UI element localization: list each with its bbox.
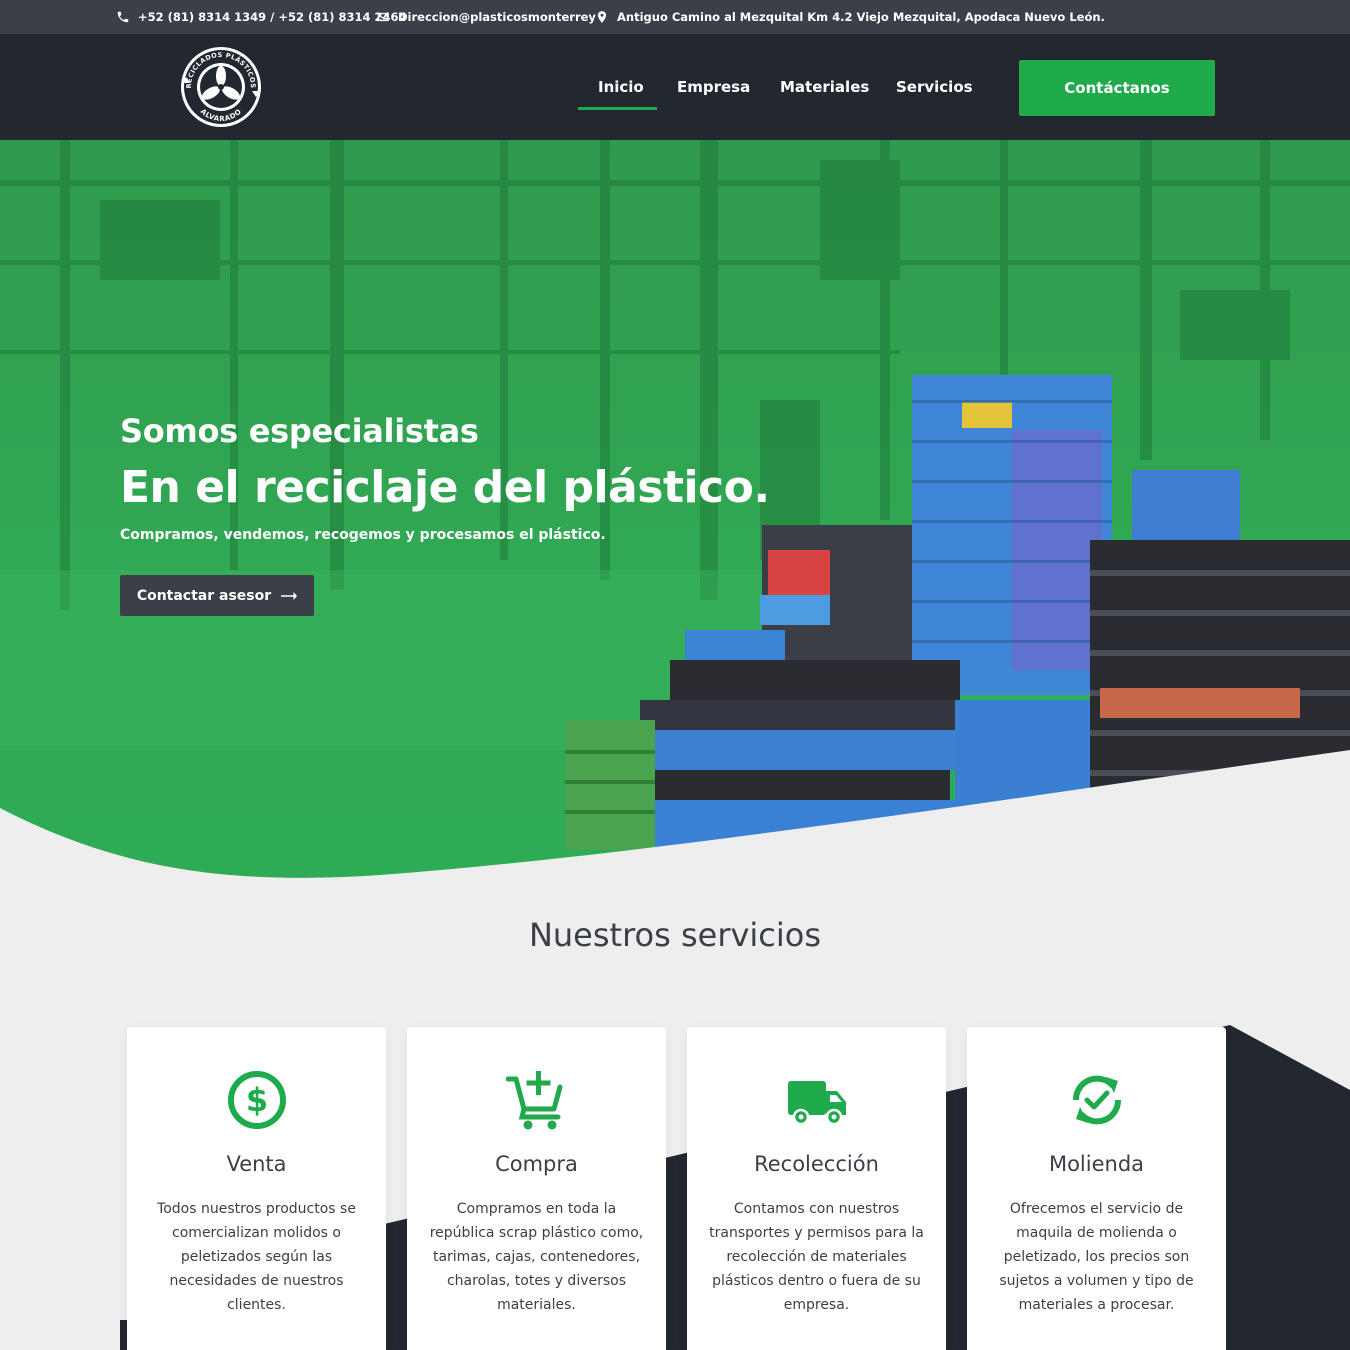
email-text: Direccion@plasticosmonterrey	[398, 10, 596, 24]
service-description: Compramos en toda la república scrap plá…	[429, 1201, 644, 1313]
arrow-right-icon	[281, 591, 298, 600]
service-card-compra[interactable]: Compra Compramos en toda la república sc…	[407, 1027, 666, 1350]
nav-servicios[interactable]: Servicios	[896, 34, 973, 140]
hero-subtitle: Somos especialistas	[120, 412, 479, 450]
contact-cta-button[interactable]: Contáctanos	[1019, 60, 1215, 116]
nav-materiales[interactable]: Materiales	[780, 34, 869, 140]
service-description: Todos nuestros productos se comercializa…	[157, 1201, 356, 1313]
email-info[interactable]: Direccion@plasticosmonterrey	[376, 0, 596, 34]
service-card-molienda[interactable]: Molienda Ofrecemos el servicio de maquil…	[967, 1027, 1226, 1350]
hero-text-block: Somos especialistas En el reciclaje del …	[120, 412, 770, 543]
hero-section: Somos especialistas En el reciclaje del …	[0, 140, 1350, 880]
phone-text: +52 (81) 8314 1349 / +52 (81) 8314 2464	[138, 10, 407, 24]
hero-description: Compramos, vendemos, recogemos y procesa…	[120, 527, 606, 543]
address-info: Antiguo Camino al Mezquital Km 4.2 Viejo…	[595, 0, 1105, 34]
top-contact-bar: +52 (81) 8314 1349 / +52 (81) 8314 2464 …	[0, 0, 1350, 34]
service-description: Contamos con nuestros transportes y perm…	[709, 1201, 924, 1313]
phone-info[interactable]: +52 (81) 8314 1349 / +52 (81) 8314 2464	[116, 0, 407, 34]
phone-icon	[117, 11, 129, 23]
nav-empresa[interactable]: Empresa	[677, 34, 750, 140]
hero-title: En el reciclaje del plástico.	[120, 462, 770, 513]
service-card-recoleccion[interactable]: Recolección Contamos con nuestros transp…	[687, 1027, 946, 1350]
services-heading: Nuestros servicios	[528, 916, 822, 954]
brand-logo[interactable]: RECICLADOS PLÁSTICOS ALVARADO	[175, 43, 267, 131]
dollar-icon: $	[227, 1071, 286, 1129]
nav-active-indicator	[578, 107, 657, 110]
service-title: Compra	[495, 1152, 578, 1176]
service-title: Molienda	[1048, 1152, 1145, 1176]
cart-plus-icon	[505, 1071, 562, 1130]
svg-text:$: $	[245, 1081, 267, 1119]
map-pin-icon	[597, 11, 607, 23]
truck-icon	[787, 1081, 846, 1126]
site-header: RECICLADOS PLÁSTICOS ALVARADO Inicio Emp…	[0, 34, 1350, 140]
contact-advisor-label: Contactar asesor	[136, 587, 272, 604]
service-title: Recolección	[754, 1152, 879, 1176]
service-card-venta[interactable]: $ Venta Todos nuestros productos se come…	[127, 1027, 386, 1350]
recycle-check-icon	[1072, 1075, 1121, 1125]
service-description: Ofrecemos el servicio de maquila de moli…	[999, 1201, 1194, 1313]
service-title: Venta	[226, 1152, 287, 1176]
envelope-icon	[377, 12, 389, 22]
nav-inicio[interactable]: Inicio	[598, 34, 644, 140]
address-text: Antiguo Camino al Mezquital Km 4.2 Viejo…	[617, 10, 1105, 24]
contact-advisor-button[interactable]: Contactar asesor	[120, 575, 314, 616]
